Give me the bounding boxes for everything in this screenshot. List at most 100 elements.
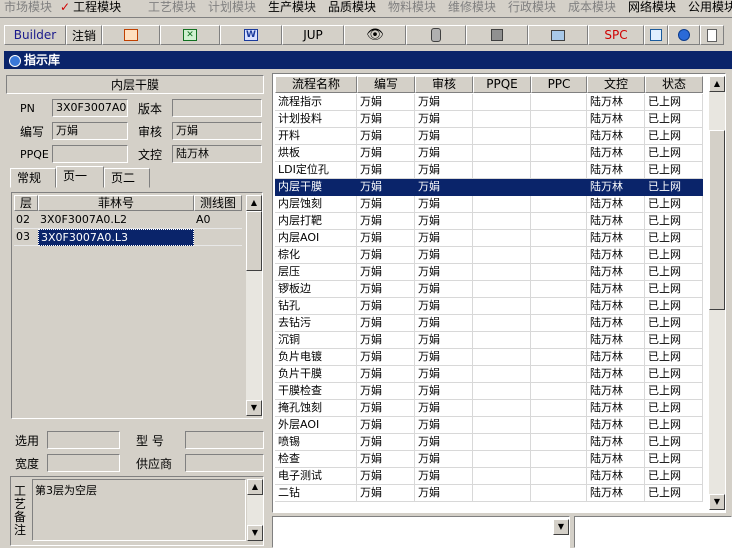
table-cell[interactable]: 内层打靶: [275, 213, 357, 230]
table-cell[interactable]: [531, 213, 587, 230]
table-cell[interactable]: 万娟: [357, 485, 415, 502]
table-cell[interactable]: 万娟: [415, 485, 473, 502]
table-cell[interactable]: 万娟: [357, 383, 415, 400]
menu-item[interactable]: 维修模块: [448, 0, 496, 16]
table-cell[interactable]: [473, 298, 531, 315]
logout-button[interactable]: 注销: [66, 25, 102, 45]
table-cell[interactable]: 万娟: [357, 366, 415, 383]
table-cell[interactable]: 万娟: [357, 315, 415, 332]
table-cell[interactable]: 已上网: [645, 434, 703, 451]
table-cell[interactable]: [473, 349, 531, 366]
table-cell[interactable]: 已上网: [645, 315, 703, 332]
menu-item[interactable]: 成本模块: [568, 0, 616, 16]
table-cell[interactable]: [473, 451, 531, 468]
table-row[interactable]: 内层打靶 万娟 万娟 陆万林 已上网: [273, 213, 703, 230]
table-cell[interactable]: 万娟: [415, 179, 473, 196]
table-cell[interactable]: 万娟: [415, 247, 473, 264]
col-header-process-name[interactable]: 流程名称: [275, 76, 357, 93]
table-row[interactable]: 电子测试 万娟 万娟 陆万林 已上网: [273, 468, 703, 485]
table-cell[interactable]: 陆万林: [587, 366, 645, 383]
ppqe-field[interactable]: [52, 145, 128, 163]
table-cell[interactable]: 开料: [275, 128, 357, 145]
table-cell[interactable]: 去钻污: [275, 315, 357, 332]
table-row[interactable]: 流程指示 万娟 万娟 陆万林 已上网: [273, 94, 703, 111]
table-cell[interactable]: 检查: [275, 451, 357, 468]
table-cell[interactable]: 万娟: [415, 264, 473, 281]
table-cell[interactable]: 已上网: [645, 468, 703, 485]
jup-button[interactable]: JUP: [282, 25, 344, 45]
film-row-film-selected[interactable]: 3X0F3007A0.L3: [38, 229, 194, 246]
scroll-down-icon[interactable]: ▼: [709, 494, 725, 510]
table-cell[interactable]: 已上网: [645, 247, 703, 264]
bottom-field[interactable]: [574, 516, 732, 548]
computer-button[interactable]: [528, 25, 588, 45]
table-cell[interactable]: 万娟: [357, 332, 415, 349]
table-cell[interactable]: [473, 264, 531, 281]
table-cell[interactable]: 棕化: [275, 247, 357, 264]
table-row[interactable]: 钻孔 万娟 万娟 陆万林 已上网: [273, 298, 703, 315]
table-cell[interactable]: [473, 434, 531, 451]
table-cell[interactable]: 喷锡: [275, 434, 357, 451]
menu-item[interactable]: 生产模块: [268, 0, 316, 16]
table-row[interactable]: 内层蚀刻 万娟 万娟 陆万林 已上网: [273, 196, 703, 213]
table-cell[interactable]: 万娟: [415, 230, 473, 247]
table-cell[interactable]: 已上网: [645, 230, 703, 247]
database-button[interactable]: [406, 25, 466, 45]
table-row[interactable]: 锣板边 万娟 万娟 陆万林 已上网: [273, 281, 703, 298]
table-cell[interactable]: 已上网: [645, 400, 703, 417]
table-cell[interactable]: 万娟: [357, 349, 415, 366]
table-cell[interactable]: 层压: [275, 264, 357, 281]
film-row-layer[interactable]: 02: [14, 212, 38, 229]
scroll-thumb[interactable]: [246, 211, 262, 271]
table-cell[interactable]: [531, 281, 587, 298]
table-cell[interactable]: 万娟: [415, 468, 473, 485]
table-cell[interactable]: 万娟: [415, 417, 473, 434]
calendar-button[interactable]: [644, 25, 668, 45]
review-field[interactable]: 万娟: [172, 122, 262, 140]
view-button[interactable]: 👁: [344, 25, 406, 45]
table-row[interactable]: 喷锡 万娟 万娟 陆万林 已上网: [273, 434, 703, 451]
table-cell[interactable]: 万娟: [357, 281, 415, 298]
table-cell[interactable]: [473, 94, 531, 111]
table-cell[interactable]: 陆万林: [587, 298, 645, 315]
film-row-film[interactable]: 3X0F3007A0.L2: [38, 212, 194, 229]
col-header-test[interactable]: 测线图: [194, 195, 242, 211]
table-cell[interactable]: 万娟: [415, 213, 473, 230]
table-cell[interactable]: 陆万林: [587, 264, 645, 281]
table-cell[interactable]: LDI定位孔: [275, 162, 357, 179]
table-cell[interactable]: [473, 281, 531, 298]
table-cell[interactable]: 已上网: [645, 281, 703, 298]
table-cell[interactable]: 陆万林: [587, 281, 645, 298]
table-cell[interactable]: 陆万林: [587, 196, 645, 213]
table-cell[interactable]: [473, 179, 531, 196]
table-cell[interactable]: 已上网: [645, 485, 703, 502]
dropdown-icon[interactable]: ▼: [553, 519, 569, 535]
table-cell[interactable]: 内层干膜: [275, 179, 357, 196]
table-cell[interactable]: 万娟: [357, 451, 415, 468]
table-cell[interactable]: 万娟: [357, 111, 415, 128]
table-cell[interactable]: 万娟: [357, 400, 415, 417]
film-row-layer[interactable]: 03: [14, 229, 38, 246]
table-row[interactable]: 内层干膜 万娟 万娟 陆万林 已上网: [273, 179, 703, 196]
table-cell[interactable]: [473, 383, 531, 400]
menu-item[interactable]: ✓ 工程模块: [60, 0, 121, 16]
table-cell[interactable]: [531, 485, 587, 502]
table-cell[interactable]: 万娟: [415, 332, 473, 349]
table-cell[interactable]: [473, 145, 531, 162]
table-cell[interactable]: 已上网: [645, 162, 703, 179]
tab-general[interactable]: 常规: [10, 168, 56, 188]
table-cell[interactable]: 已上网: [645, 145, 703, 162]
table-cell[interactable]: 已上网: [645, 94, 703, 111]
word-button[interactable]: W: [220, 25, 282, 45]
process-notes-textarea[interactable]: 第3层为空层: [32, 479, 246, 541]
table-cell[interactable]: 掩孔蚀刻: [275, 400, 357, 417]
scroll-down-icon[interactable]: ▼: [247, 525, 263, 541]
table-cell[interactable]: 陆万林: [587, 94, 645, 111]
table-row[interactable]: 棕化 万娟 万娟 陆万林 已上网: [273, 247, 703, 264]
table-row[interactable]: LDI定位孔 万娟 万娟 陆万林 已上网: [273, 162, 703, 179]
builder-button[interactable]: Builder: [4, 25, 66, 45]
bottom-combo[interactable]: ▼: [272, 516, 570, 548]
table-cell[interactable]: 万娟: [357, 196, 415, 213]
table-cell[interactable]: 陆万林: [587, 315, 645, 332]
table-row[interactable]: 计划投料 万娟 万娟 陆万林 已上网: [273, 111, 703, 128]
